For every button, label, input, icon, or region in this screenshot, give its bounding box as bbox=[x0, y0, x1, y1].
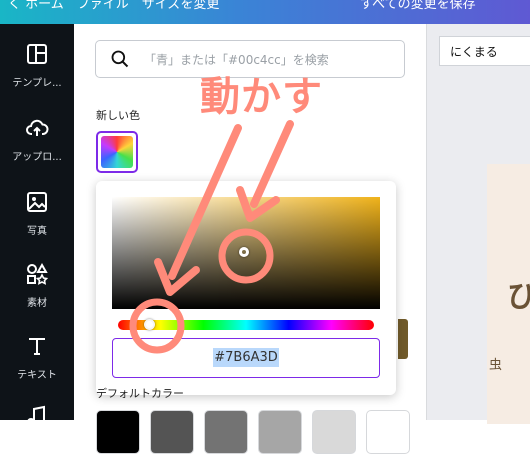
sv-handle[interactable] bbox=[239, 247, 249, 257]
default-colors-label: デフォルトカラー bbox=[96, 387, 184, 400]
font-select[interactable]: にくまる bbox=[439, 36, 530, 66]
sidebar-item-label: テキスト bbox=[17, 370, 57, 381]
annotation-label: 動かす bbox=[200, 74, 323, 120]
saturation-value-area[interactable] bbox=[112, 197, 380, 309]
hue-slider[interactable] bbox=[118, 319, 374, 330]
sidebar-item-elements[interactable]: 素材 bbox=[0, 254, 74, 322]
sidebar-item-label: 写真 bbox=[27, 226, 47, 237]
hex-input[interactable]: #7B6A3D bbox=[112, 338, 380, 378]
preset-color-swatch[interactable] bbox=[150, 410, 194, 454]
sidebar: テンプレ... アップロ... 写真 素材 テキスト bbox=[0, 24, 74, 426]
color-picker-popup: #7B6A3D bbox=[96, 181, 396, 395]
top-menu-text[interactable]: く ホーム ファイル サイズを変更 bbox=[8, 0, 219, 12]
new-color-swatch[interactable] bbox=[96, 131, 138, 173]
template-icon bbox=[27, 44, 47, 64]
sidebar-item-label: アップロ... bbox=[12, 152, 62, 163]
search-icon bbox=[111, 50, 129, 68]
sidebar-item-photos[interactable]: 写真 bbox=[0, 182, 74, 250]
new-color-label: 新しい色 bbox=[96, 109, 140, 122]
design-canvas[interactable]: ひ bbox=[487, 164, 530, 424]
sidebar-item-audio[interactable] bbox=[0, 396, 74, 464]
text-icon bbox=[29, 338, 45, 355]
sidebar-item-templates[interactable]: テンプレ... bbox=[0, 34, 74, 102]
sidebar-item-label: テンプレ... bbox=[12, 78, 62, 89]
preset-color-swatch[interactable] bbox=[258, 410, 302, 454]
selected-color-swatch[interactable] bbox=[398, 319, 408, 359]
upload-cloud-icon bbox=[26, 119, 49, 136]
music-icon bbox=[27, 405, 45, 426]
preset-color-swatch[interactable] bbox=[366, 410, 410, 454]
preset-color-swatch[interactable] bbox=[96, 410, 140, 454]
rainbow-swatch-icon bbox=[101, 136, 133, 168]
sidebar-item-text[interactable]: テキスト bbox=[0, 326, 74, 394]
sidebar-item-uploads[interactable]: アップロ... bbox=[0, 108, 74, 176]
save-status: すべての変更を保存 bbox=[360, 0, 476, 12]
sidebar-item-label: 素材 bbox=[27, 298, 47, 309]
canvas-small-text: 虫 bbox=[489, 358, 503, 373]
preset-color-swatch[interactable] bbox=[204, 410, 248, 454]
hex-value: #7B6A3D bbox=[213, 348, 279, 367]
canvas-text: ひ bbox=[507, 280, 530, 315]
elements-icon bbox=[27, 262, 49, 285]
photo-icon bbox=[27, 192, 47, 212]
hue-slider-handle[interactable] bbox=[143, 319, 155, 330]
editor-area: にくまる ひ 虫 bbox=[427, 24, 530, 424]
preset-color-swatch[interactable] bbox=[312, 410, 356, 454]
top-bar: く ホーム ファイル サイズを変更 すべての変更を保存 bbox=[0, 0, 530, 24]
